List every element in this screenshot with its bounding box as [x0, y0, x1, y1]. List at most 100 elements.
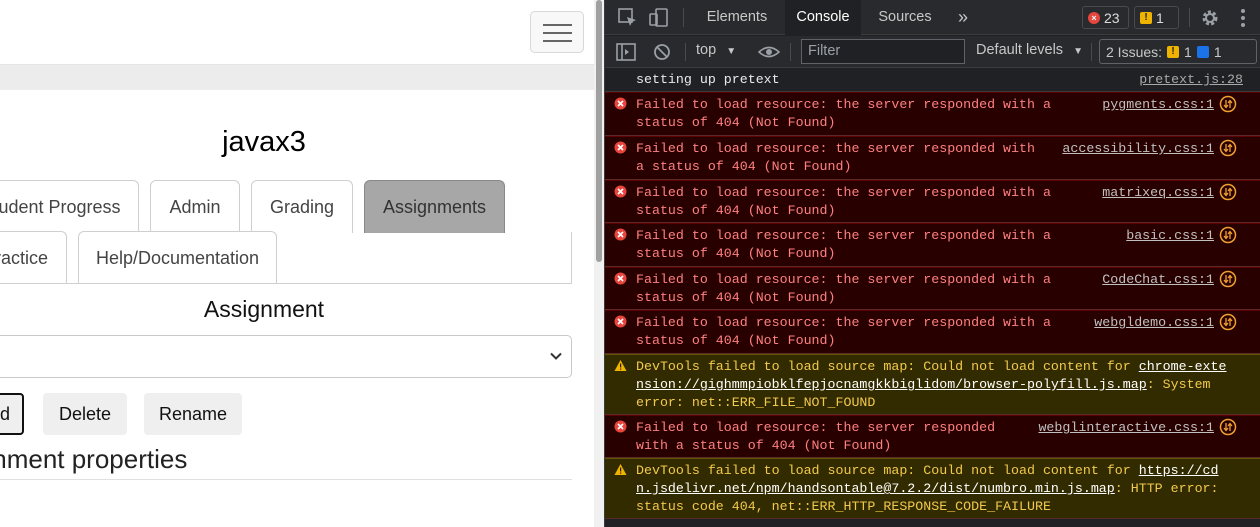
warning-triangle-icon	[614, 464, 627, 475]
tab-help-documentation[interactable]: Help/Documentation	[78, 231, 277, 284]
page-scrollbar[interactable]	[594, 0, 604, 527]
source-link[interactable]: pygments.css:1	[1102, 96, 1214, 114]
message-text: Failed to load resource: the server resp…	[636, 141, 1035, 174]
dropdown-triangle-icon: ▼	[1073, 46, 1083, 57]
error-icon	[614, 185, 627, 198]
network-request-icon[interactable]	[1219, 139, 1237, 157]
rename-button[interactable]: Rename	[144, 393, 242, 435]
source-map-link[interactable]: chrome-exte	[1139, 359, 1227, 374]
more-options-icon[interactable]	[1232, 7, 1254, 29]
assignment-select[interactable]	[0, 335, 572, 378]
source-link[interactable]: webgldemo.css:1	[1094, 314, 1214, 332]
error-icon	[614, 97, 627, 110]
message-text: Failed to load resource: the server resp…	[636, 97, 1051, 130]
info-icon	[1196, 45, 1209, 58]
console-messages: setting up pretext pretext.js:28 Failed …	[605, 69, 1260, 527]
error-icon	[614, 228, 627, 241]
tab-grading[interactable]: Grading	[251, 180, 353, 233]
scrollbar-thumb[interactable]	[596, 0, 602, 262]
warning-icon: !	[1167, 45, 1180, 58]
device-toolbar-icon[interactable]	[648, 7, 670, 29]
navbar	[0, 0, 598, 65]
source-link[interactable]: CodeChat.css:1	[1102, 271, 1214, 289]
clear-console-icon[interactable]	[651, 41, 673, 63]
message-text: Failed to load resource: the server resp…	[636, 420, 996, 453]
message-text: DevTools failed to load source map: Coul…	[636, 359, 1227, 410]
toolbar-separator	[683, 8, 684, 27]
context-label: top	[696, 42, 717, 58]
console-message-warning: DevTools failed to load source map: Coul…	[605, 458, 1260, 519]
error-icon	[614, 141, 627, 154]
source-map-link[interactable]: https://cd	[1139, 463, 1219, 478]
web-page: javax3 udent Progress Admin Grading Assi…	[0, 0, 598, 527]
source-link[interactable]: basic.css:1	[1126, 227, 1214, 245]
console-message-error: Failed to load resource: the server resp…	[605, 92, 1260, 136]
warning-icon: !	[1140, 11, 1152, 24]
warning-count: 1	[1156, 9, 1164, 26]
log-levels-label: Default levels	[976, 42, 1064, 58]
network-request-icon[interactable]	[1219, 183, 1237, 201]
inspect-element-icon[interactable]	[617, 7, 639, 29]
tab-practice[interactable]: ractice	[0, 231, 67, 284]
menu-toggle-button[interactable]	[530, 11, 584, 53]
console-toolbar: top ▼ Filter Default levels ▼ 2 Issues: …	[605, 36, 1260, 68]
assignment-label: Assignment	[203, 296, 325, 322]
source-link[interactable]: webglinteractive.css:1	[1038, 419, 1214, 437]
source-link[interactable]: accessibility.css:1	[1062, 140, 1214, 158]
more-tabs-button[interactable]: »	[951, 0, 975, 35]
tab-assignments[interactable]: Assignments	[364, 180, 505, 233]
hamburger-bar	[543, 32, 572, 34]
console-message-warning: DevTools failed to load source map: Coul…	[605, 354, 1260, 415]
console-message-error: Failed to load resource: the server resp…	[605, 180, 1260, 223]
devtools-tabbar: Elements Console Sources » × 23 ! 1	[605, 0, 1260, 35]
issues-button[interactable]: 2 Issues: ! 1 1	[1099, 39, 1257, 64]
tab-sources[interactable]: Sources	[869, 0, 941, 35]
log-levels-dropdown[interactable]: Default levels ▼	[976, 42, 1083, 58]
source-link[interactable]: pretext.js:28	[1139, 71, 1243, 89]
add-assignment-button[interactable]: d	[0, 393, 24, 435]
console-message-error: Failed to load resource: the server resp…	[605, 267, 1260, 310]
delete-button[interactable]: Delete	[43, 393, 127, 435]
message-text: DevTools failed to load source map: Coul…	[636, 463, 1219, 514]
dropdown-triangle-icon: ▼	[726, 46, 737, 57]
message-text: Failed to load resource: the server resp…	[636, 185, 1051, 218]
network-request-icon[interactable]	[1219, 418, 1237, 436]
settings-gear-icon[interactable]	[1199, 7, 1221, 29]
toolbar-separator	[790, 43, 791, 61]
network-request-icon[interactable]	[1219, 313, 1237, 331]
message-text: Failed to load resource: the server resp…	[636, 272, 1051, 305]
hamburger-bar	[543, 24, 572, 26]
sidebar-toggle-icon[interactable]	[615, 41, 637, 63]
toolbar-separator	[685, 43, 686, 61]
message-text: Failed to load resource: the server resp…	[636, 228, 1051, 261]
network-request-icon[interactable]	[1219, 226, 1237, 244]
context-selector[interactable]: top ▼	[696, 42, 736, 58]
error-count-badge[interactable]: × 23	[1082, 6, 1129, 29]
issues-warn-count: 1	[1184, 43, 1192, 60]
network-request-icon[interactable]	[1219, 270, 1237, 288]
filter-input[interactable]: Filter	[801, 39, 965, 64]
source-map-link[interactable]: n.jsdelivr.net/npm/handsontable@7.2.2/di…	[636, 481, 1115, 496]
live-expression-eye-icon[interactable]	[758, 41, 780, 63]
warning-count-badge[interactable]: ! 1	[1134, 6, 1179, 29]
warning-triangle-icon	[614, 360, 627, 371]
message-text: setting up pretext	[636, 72, 780, 87]
error-icon	[614, 420, 627, 433]
console-message-log: setting up pretext pretext.js:28	[605, 69, 1260, 92]
toolbar-separator	[1091, 43, 1092, 61]
tab-student-progress[interactable]: udent Progress	[0, 180, 139, 233]
tab-admin[interactable]: Admin	[150, 180, 240, 233]
source-link[interactable]: matrixeq.css:1	[1102, 184, 1214, 202]
tab-elements[interactable]: Elements	[695, 0, 779, 35]
divider	[0, 479, 572, 480]
console-message-error: Failed to load resource: the server resp…	[605, 223, 1260, 267]
hamburger-bar	[543, 40, 572, 42]
chevron-down-icon	[550, 352, 562, 360]
source-map-link[interactable]: nsion://gighmmpiobklfepjocnamgkkbiglidom…	[636, 377, 1147, 392]
assignment-properties-heading: ignment properties	[0, 444, 188, 474]
devtools-panel: Elements Console Sources » × 23 ! 1 top …	[604, 0, 1260, 527]
network-request-icon[interactable]	[1219, 95, 1237, 113]
error-icon	[614, 272, 627, 285]
tab-console[interactable]: Console	[785, 0, 861, 35]
issues-label: 2 Issues:	[1106, 43, 1163, 60]
